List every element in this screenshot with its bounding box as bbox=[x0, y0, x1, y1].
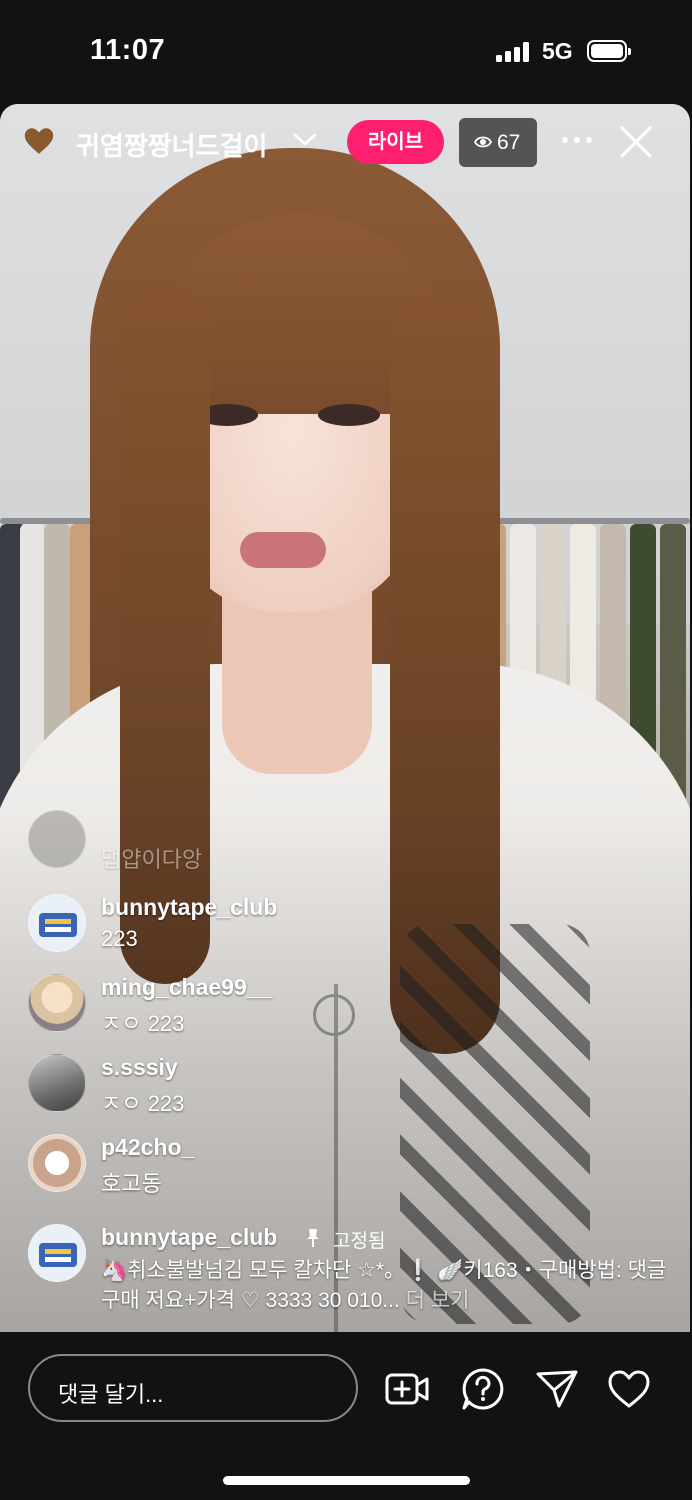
signal-icon bbox=[496, 42, 532, 62]
heart-avatar-icon[interactable] bbox=[22, 124, 56, 158]
comment-text: ㅈㅇ 223 bbox=[101, 1091, 185, 1116]
avatar[interactable] bbox=[28, 810, 86, 868]
comment-input[interactable]: 댓글 달기... bbox=[28, 1354, 358, 1422]
pinned-label: 고정됨 bbox=[333, 1231, 386, 1252]
comment-username[interactable]: bunnytape_club bbox=[101, 1224, 277, 1251]
comment-username[interactable]: p42cho_ bbox=[101, 1134, 194, 1161]
pinned-text: 🦄취소불발넘김 모두 칼차단 ☆*。❕ 🪽키163・구매방법: 댓글구매 저요+… bbox=[101, 1256, 671, 1316]
live-header: 귀염짱짱너드걸이 라이브 67 bbox=[0, 114, 692, 174]
pin-icon bbox=[307, 1229, 319, 1247]
see-more-link[interactable]: 더 보기 bbox=[406, 1289, 470, 1312]
comment-text: 댑얍이다앙 bbox=[101, 847, 203, 872]
comment-text: 223 bbox=[101, 926, 138, 951]
comment-username[interactable]: ming_chae99__ bbox=[101, 974, 272, 1001]
comment-text: ㅈㅇ 223 bbox=[101, 1011, 185, 1036]
heart-icon[interactable] bbox=[606, 1366, 652, 1412]
comment-username[interactable]: bunnytape_club bbox=[101, 894, 277, 921]
question-icon[interactable] bbox=[460, 1366, 506, 1412]
more-icon[interactable] bbox=[560, 130, 594, 150]
pinned-body: 🦄취소불발넘김 모두 칼차단 ☆*。❕ 🪽키163・구매방법: 댓글구매 저요+… bbox=[101, 1259, 667, 1312]
avatar[interactable] bbox=[28, 974, 86, 1032]
avatar[interactable] bbox=[28, 894, 86, 952]
avatar[interactable] bbox=[28, 1054, 86, 1112]
avatar[interactable] bbox=[28, 1224, 86, 1282]
live-badge: 라이브 bbox=[347, 120, 444, 164]
send-icon[interactable] bbox=[534, 1366, 580, 1412]
comment-text: 호고동 bbox=[101, 1171, 162, 1196]
status-bar: 11:07 5G bbox=[0, 0, 692, 104]
close-icon[interactable] bbox=[618, 124, 654, 160]
home-indicator bbox=[223, 1476, 470, 1485]
comment-placeholder: 댓글 달기... bbox=[58, 1382, 164, 1407]
network-type: 5G bbox=[542, 38, 573, 64]
eye-icon bbox=[474, 136, 492, 148]
status-time: 11:07 bbox=[90, 34, 166, 66]
add-video-icon[interactable] bbox=[384, 1366, 430, 1412]
avatar[interactable] bbox=[28, 1134, 86, 1192]
comment-username[interactable]: s.sssiy bbox=[101, 1054, 178, 1081]
bottom-bar: 댓글 달기... bbox=[0, 1332, 692, 1500]
viewer-count-badge[interactable]: 67 bbox=[459, 118, 537, 167]
viewer-count: 67 bbox=[497, 131, 521, 154]
chevron-down-icon[interactable] bbox=[292, 132, 318, 148]
battery-icon bbox=[587, 40, 631, 62]
broadcaster-username[interactable]: 귀염짱짱너드걸이 bbox=[76, 126, 267, 163]
